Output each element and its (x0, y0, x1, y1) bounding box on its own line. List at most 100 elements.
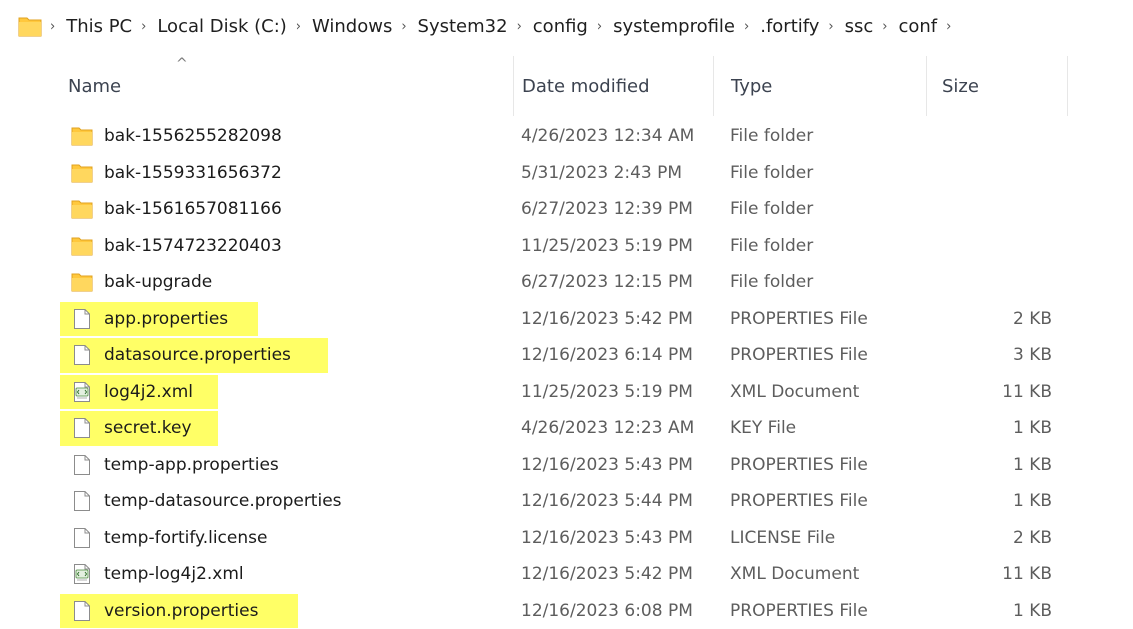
breadcrumb-item[interactable]: System32 (418, 16, 508, 37)
file-type: File folder (730, 155, 813, 192)
file-type: PROPERTIES File (730, 301, 868, 338)
file-row[interactable]: datasource.properties12/16/2023 6:14 PMP… (0, 337, 1133, 374)
file-type: XML Document (730, 556, 859, 593)
file-size: 2 KB (926, 301, 1052, 338)
breadcrumb-item[interactable]: Windows (312, 16, 392, 37)
file-size (926, 191, 1052, 228)
file-date-modified: 4/26/2023 12:34 AM (521, 118, 694, 155)
file-date-modified: 12/16/2023 6:08 PM (521, 593, 693, 629)
file-size (926, 228, 1052, 265)
file-icon (71, 600, 93, 622)
breadcrumb-item[interactable]: conf (898, 16, 937, 37)
file-name: temp-app.properties (104, 447, 279, 484)
file-size (926, 155, 1052, 192)
file-name: bak-upgrade (104, 264, 212, 301)
file-name: app.properties (104, 301, 228, 338)
breadcrumb-item[interactable]: .fortify (760, 16, 819, 37)
file-icon (71, 344, 93, 366)
chevron-right-icon[interactable]: › (819, 18, 844, 35)
file-name: bak-1561657081166 (104, 191, 282, 228)
file-name: log4j2.xml (104, 374, 193, 411)
chevron-right-icon[interactable]: › (392, 18, 417, 35)
file-row[interactable]: bak-1559331656372 5/31/2023 2:43 PM File f… (0, 155, 1133, 192)
breadcrumb-item[interactable]: Local Disk (C:) (157, 16, 286, 37)
file-name: datasource.properties (104, 337, 291, 374)
folder-icon (18, 15, 42, 37)
file-icon (71, 454, 93, 476)
chevron-right-icon[interactable]: › (588, 18, 613, 35)
file-size: 1 KB (926, 593, 1052, 629)
file-date-modified: 11/25/2023 5:19 PM (521, 374, 693, 411)
xml-file-icon (71, 381, 93, 403)
file-type: KEY File (730, 410, 796, 447)
file-name: version.properties (104, 593, 258, 629)
file-row[interactable]: bak-1574723220403 11/25/2023 5:19 PM File … (0, 228, 1133, 265)
file-size (926, 118, 1052, 155)
column-header-name[interactable]: Name (51, 56, 513, 116)
file-row[interactable]: bak-upgrade 6/27/2023 12:15 PM File folder (0, 264, 1133, 301)
column-header-row: ^ Name Date modified Type Size (0, 56, 1133, 116)
file-date-modified: 6/27/2023 12:15 PM (521, 264, 693, 301)
file-row[interactable]: app.properties 12/16/2023 5:42 PM PROPERTI… (0, 301, 1133, 338)
chevron-right-icon[interactable]: › (873, 18, 898, 35)
breadcrumb-item[interactable]: This PC (66, 16, 132, 37)
file-row[interactable]: bak-15616570811666/27/2023 12:39 PMFile … (0, 191, 1133, 228)
file-size: 2 KB (926, 520, 1052, 557)
file-size: 1 KB (926, 447, 1052, 484)
breadcrumb-item[interactable]: config (533, 16, 588, 37)
file-row[interactable]: temp-app.properties12/16/2023 5:43 PMPRO… (0, 447, 1133, 484)
file-icon (71, 417, 93, 439)
file-type: LICENSE File (730, 520, 835, 557)
file-row[interactable]: bak-1556255282098 4/26/2023 12:34 AM File … (0, 118, 1133, 155)
file-type: File folder (730, 118, 813, 155)
file-row[interactable]: version.properties12/16/2023 6:08 PMPROP… (0, 593, 1133, 629)
chevron-right-icon[interactable]: › (50, 18, 66, 35)
file-size: 1 KB (926, 483, 1052, 520)
file-row[interactable]: secret.key 4/26/2023 12:23 AM KEY File 1 KB (0, 410, 1133, 447)
column-header-type[interactable]: Type (713, 56, 926, 116)
file-size: 11 KB (926, 374, 1052, 411)
file-row[interactable]: temp-log4j2.xml12/16/2023 5:42 PMXML Doc… (0, 556, 1133, 593)
file-row[interactable]: temp-fortify.license 12/16/2023 5:43 PM LI… (0, 520, 1133, 557)
file-type: File folder (730, 264, 813, 301)
chevron-right-icon[interactable]: › (132, 18, 157, 35)
file-row[interactable]: temp-datasource.properties 12/16/2023 5:4… (0, 483, 1133, 520)
folder-icon (71, 198, 93, 220)
file-icon (71, 308, 93, 330)
chevron-right-icon[interactable]: › (937, 18, 962, 35)
file-name: bak-1574723220403 (104, 228, 282, 265)
file-date-modified: 12/16/2023 5:43 PM (521, 520, 693, 557)
file-date-modified: 12/16/2023 6:14 PM (521, 337, 693, 374)
chevron-right-icon[interactable]: › (508, 18, 533, 35)
breadcrumb-item[interactable]: ssc (845, 16, 874, 37)
file-type: File folder (730, 228, 813, 265)
folder-icon (71, 271, 93, 293)
column-header-date-modified[interactable]: Date modified (513, 56, 713, 116)
file-size: 11 KB (926, 556, 1052, 593)
file-list: bak-1556255282098 4/26/2023 12:34 AM File … (0, 118, 1133, 629)
file-name: bak-1556255282098 (104, 118, 282, 155)
file-date-modified: 5/31/2023 2:43 PM (521, 155, 682, 192)
file-name: secret.key (104, 410, 192, 447)
file-icon (71, 527, 93, 549)
file-size: 3 KB (926, 337, 1052, 374)
folder-icon (71, 162, 93, 184)
file-name: temp-datasource.properties (104, 483, 342, 520)
file-date-modified: 12/16/2023 5:42 PM (521, 301, 693, 338)
file-row[interactable]: log4j2.xml11/25/2023 5:19 PMXML Document… (0, 374, 1133, 411)
file-date-modified: 11/25/2023 5:19 PM (521, 228, 693, 265)
chevron-right-icon[interactable]: › (287, 18, 312, 35)
address-bar[interactable]: ›This PC›Local Disk (C:)›Windows›System3… (0, 0, 1133, 52)
file-date-modified: 4/26/2023 12:23 AM (521, 410, 694, 447)
file-date-modified: 12/16/2023 5:44 PM (521, 483, 693, 520)
breadcrumb-item[interactable]: systemprofile (613, 16, 735, 37)
chevron-right-icon[interactable]: › (735, 18, 760, 35)
xml-file-icon (71, 563, 93, 585)
file-date-modified: 6/27/2023 12:39 PM (521, 191, 693, 228)
file-name: temp-fortify.license (104, 520, 267, 557)
column-header-size[interactable]: Size (926, 56, 1068, 116)
folder-icon (71, 125, 93, 147)
breadcrumb: ›This PC›Local Disk (C:)›Windows›System3… (50, 16, 962, 37)
file-name: bak-1559331656372 (104, 155, 282, 192)
file-size: 1 KB (926, 410, 1052, 447)
